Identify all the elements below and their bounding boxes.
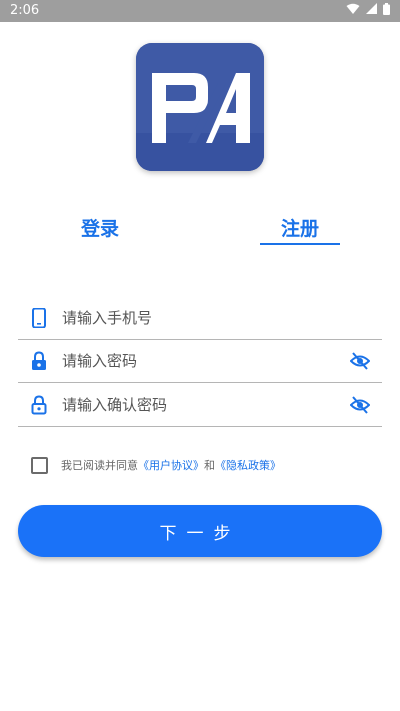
active-tab-indicator <box>260 243 340 245</box>
tab-login[interactable]: 登录 <box>60 214 140 241</box>
eye-off-icon[interactable] <box>350 352 370 370</box>
password-input[interactable] <box>60 347 334 375</box>
lock-icon <box>32 351 46 370</box>
user-agreement-link[interactable]: 《用户协议》 <box>138 459 204 472</box>
privacy-policy-link[interactable]: 《隐私政策》 <box>215 459 281 472</box>
status-icons <box>346 3 390 15</box>
confirm-password-input[interactable] <box>60 391 334 419</box>
agreement-row: 我已阅读并同意《用户协议》和《隐私政策》 <box>31 456 281 474</box>
battery-icon <box>383 3 390 15</box>
pa-logo-icon <box>136 43 264 171</box>
lock-outline-icon <box>31 395 47 415</box>
status-bar: 2:06 <box>0 0 400 22</box>
wifi-icon <box>346 3 360 14</box>
app-logo <box>136 43 264 171</box>
status-time: 2:06 <box>10 3 40 18</box>
auth-tabs: 登录 注册 <box>0 214 400 254</box>
confirm-password-field <box>18 383 382 427</box>
agreement-and: 和 <box>204 459 215 472</box>
agreement-text: 我已阅读并同意《用户协议》和《隐私政策》 <box>61 457 281 473</box>
agreement-prefix: 我已阅读并同意 <box>61 459 138 472</box>
phone-field <box>18 296 382 340</box>
eye-off-icon[interactable] <box>350 396 370 414</box>
phone-input[interactable] <box>60 304 334 332</box>
next-step-button[interactable]: 下一步 <box>18 505 382 557</box>
signal-icon <box>366 3 377 14</box>
phone-icon <box>32 308 46 328</box>
tab-register[interactable]: 注册 <box>260 214 340 241</box>
agreement-checkbox[interactable] <box>31 456 48 474</box>
password-field <box>18 339 382 383</box>
